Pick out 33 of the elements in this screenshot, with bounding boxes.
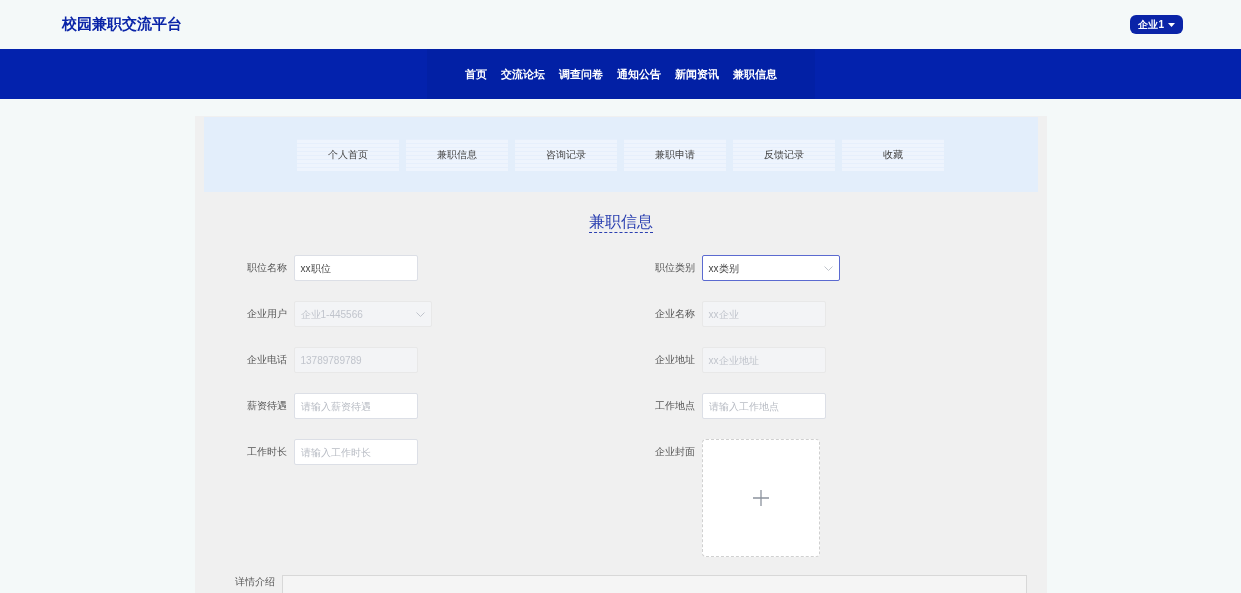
plus-icon [752,490,769,506]
tab[interactable]: 收藏 [842,138,944,171]
field-label: 职位类别 [653,261,695,275]
caret-icon [1168,22,1175,27]
tab[interactable]: 咨询记录 [515,138,617,171]
nav-link[interactable]: 首页 [464,65,487,83]
tab[interactable]: 兼职申请 [624,138,726,171]
nav-link[interactable]: 交流论坛 [500,65,545,83]
field-label: 详情介绍 [234,576,275,588]
field-label: 职位名称 [245,261,287,275]
tab[interactable]: 兼职信息 [406,138,508,171]
field-label: 工作时长 [245,445,287,459]
field-label: 企业地址 [653,353,695,367]
image-upload[interactable] [701,439,820,557]
field-label: 企业用户 [245,307,287,321]
field-label: 企业封面 [653,445,695,459]
select-field[interactable]: xx类别 [701,255,840,281]
form-title: 兼职信息 [588,212,653,233]
field-label: 企业名称 [653,307,695,321]
chevron-down-icon [415,311,425,317]
tab[interactable]: 个人首页 [297,138,399,171]
field-label: 企业电话 [245,353,287,367]
nav-link[interactable]: 通知公告 [616,65,661,83]
user-menu-button[interactable]: 企业1 [1130,15,1183,34]
field-label: 工作地点 [653,399,695,413]
nav-link[interactable]: 调查问卷 [558,65,603,83]
nav-link[interactable]: 兼职信息 [732,65,777,83]
input-field[interactable]: xx职位 [293,255,418,281]
nav-link[interactable]: 新闻资讯 [674,65,719,83]
chevron-down-icon [823,265,833,271]
field-label: 薪资待遇 [245,399,287,413]
site-logo: 校园兼职交流平台 [62,14,182,35]
tab[interactable]: 反馈记录 [733,138,835,171]
